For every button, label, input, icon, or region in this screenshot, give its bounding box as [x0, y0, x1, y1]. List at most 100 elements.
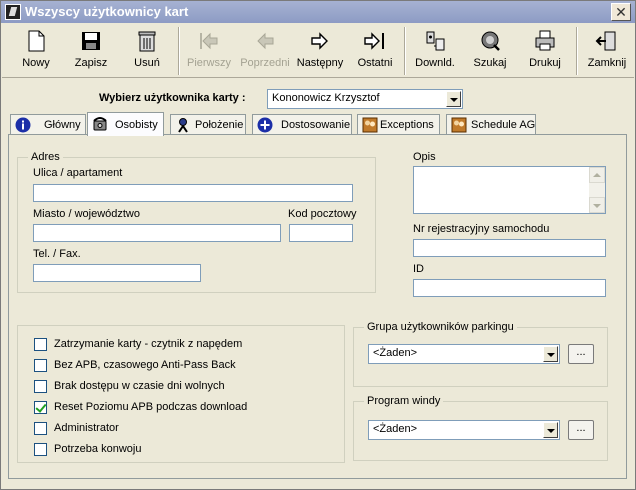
- first-record-label: Pierwszy: [186, 57, 231, 69]
- phone-fax-label: Tel. / Fax.: [33, 248, 81, 260]
- info-icon: [15, 117, 31, 133]
- previous-record-button[interactable]: Poprzedni: [238, 26, 292, 76]
- id-field[interactable]: [413, 279, 606, 297]
- tab-label: Osobisty: [115, 119, 158, 131]
- parking-group-title: Grupa użytkowników parkingu: [364, 321, 517, 333]
- checkbox-label: Bez APB, czasowego Anti-Pass Back: [54, 359, 236, 371]
- checkbox[interactable]: [34, 380, 47, 393]
- tab-location[interactable]: Położenie: [170, 114, 246, 135]
- tab-schedule-ag[interactable]: Schedule AG: [446, 114, 536, 135]
- phone-fax-field[interactable]: [33, 264, 201, 282]
- checkbox[interactable]: [34, 422, 47, 435]
- checkbox-label: Reset Poziomu APB podczas download: [54, 401, 248, 413]
- user-select-value: Kononowicz Krzysztof: [272, 92, 380, 104]
- search-button[interactable]: Szukaj: [468, 26, 512, 76]
- chevron-down-icon[interactable]: [543, 422, 558, 438]
- user-select-row: Wybierz użytkownika karty : Kononowicz K…: [1, 89, 636, 109]
- checkbox-label: Zatrzymanie karty - czytnik z napędem: [54, 338, 243, 350]
- plus-circle-icon: [257, 117, 273, 133]
- last-record-icon: [364, 32, 384, 50]
- delete-button[interactable]: Usuń: [125, 26, 169, 76]
- first-record-icon: [200, 32, 218, 50]
- close-button[interactable]: Zamknij: [584, 26, 630, 76]
- delete-button-label: Usuń: [134, 57, 160, 69]
- parking-group-combo[interactable]: <Żaden>: [368, 344, 560, 364]
- parking-group-value: <Żaden>: [373, 347, 418, 359]
- user-select-combo[interactable]: Kononowicz Krzysztof: [267, 89, 463, 109]
- tab-label: Schedule AG: [471, 119, 536, 131]
- chevron-down-icon[interactable]: [543, 346, 558, 362]
- checkbox[interactable]: [34, 359, 47, 372]
- tab-label: Główny: [44, 119, 81, 131]
- people-icon: [362, 117, 378, 133]
- car-registration-field[interactable]: [413, 239, 606, 257]
- tab-main[interactable]: Główny: [10, 114, 86, 135]
- description-scrollbar[interactable]: [589, 167, 605, 213]
- tab-label: Dostosowanie: [281, 119, 351, 131]
- download-button-label: Downld.: [415, 57, 455, 69]
- download-button[interactable]: Downld.: [411, 26, 459, 76]
- search-button-label: Szukaj: [473, 57, 507, 69]
- next-record-button[interactable]: Następny: [294, 26, 346, 76]
- floppy-disk-icon: [82, 32, 100, 50]
- last-record-label: Ostatni: [357, 57, 393, 69]
- description-field[interactable]: [413, 166, 606, 214]
- next-record-icon: [311, 32, 328, 50]
- car-registration-label: Nr rejestracyjny samochodu: [413, 223, 550, 235]
- checkbox-label: Potrzeba konwoju: [54, 443, 142, 455]
- zip-label: Kod pocztowy: [288, 208, 357, 220]
- download-icon: [426, 31, 445, 51]
- street-label: Ulica / apartament: [33, 167, 123, 179]
- tab-label: Exceptions: [380, 119, 434, 131]
- previous-record-icon: [257, 32, 274, 50]
- tab-label: Położenie: [195, 119, 244, 131]
- elevator-group-title: Program windy: [364, 395, 444, 407]
- exit-door-icon: [595, 31, 616, 51]
- search-icon: [481, 31, 500, 51]
- scroll-down-icon[interactable]: [589, 197, 605, 213]
- new-button[interactable]: Nowy: [14, 26, 58, 76]
- toolbar-separator: [576, 27, 578, 75]
- description-label: Opis: [413, 151, 436, 163]
- elevator-group: Program windy <Żaden> ...: [353, 395, 608, 461]
- city-label: Miasto / województwo: [33, 208, 140, 220]
- chevron-down-icon[interactable]: [446, 91, 461, 107]
- previous-record-label: Poprzedni: [240, 57, 290, 69]
- phone-icon: [93, 117, 107, 131]
- parking-group: Grupa użytkowników parkingu <Żaden> ...: [353, 321, 608, 387]
- person-search-icon: [178, 118, 188, 133]
- elevator-program-value: <Żaden>: [373, 423, 418, 435]
- first-record-button[interactable]: Pierwszy: [185, 26, 233, 76]
- tab-customization[interactable]: Dostosowanie: [252, 114, 352, 135]
- zip-field[interactable]: [289, 224, 353, 242]
- checkbox-label: Brak dostępu w czasie dni wolnych: [54, 380, 225, 392]
- scroll-up-icon[interactable]: [589, 167, 605, 183]
- elevator-browse-button[interactable]: ...: [568, 420, 594, 440]
- print-button[interactable]: Drukuj: [522, 26, 568, 76]
- new-button-label: Nowy: [22, 57, 50, 69]
- elevator-program-combo[interactable]: <Żaden>: [368, 420, 560, 440]
- last-record-button[interactable]: Ostatni: [353, 26, 397, 76]
- options-group: Zatrzymanie karty - czytnik z napędem Be…: [17, 325, 345, 463]
- trash-can-icon: [138, 31, 156, 52]
- address-group-title: Adres: [28, 151, 63, 163]
- tab-exceptions[interactable]: Exceptions: [357, 114, 440, 135]
- street-field[interactable]: [33, 184, 353, 202]
- save-button[interactable]: Zapisz: [69, 26, 113, 76]
- tab-personal[interactable]: Osobisty: [87, 112, 164, 136]
- close-window-button[interactable]: ✕: [611, 3, 631, 21]
- people-icon: [451, 117, 467, 133]
- address-group: Adres Ulica / apartament Miasto / wojewó…: [17, 151, 376, 293]
- city-field[interactable]: [33, 224, 281, 242]
- tab-panel-personal: Adres Ulica / apartament Miasto / wojewó…: [8, 134, 627, 479]
- new-document-icon: [28, 30, 45, 52]
- next-record-label: Następny: [296, 57, 344, 69]
- checkbox[interactable]: [34, 443, 47, 456]
- window-title: Wszyscy użytkownicy kart: [25, 4, 189, 19]
- id-label: ID: [413, 263, 424, 275]
- app-icon: [5, 4, 21, 20]
- checkbox-checked[interactable]: [34, 401, 47, 414]
- parking-browse-button[interactable]: ...: [568, 344, 594, 364]
- title-bar[interactable]: Wszyscy użytkownicy kart ✕: [1, 1, 635, 23]
- checkbox[interactable]: [34, 338, 47, 351]
